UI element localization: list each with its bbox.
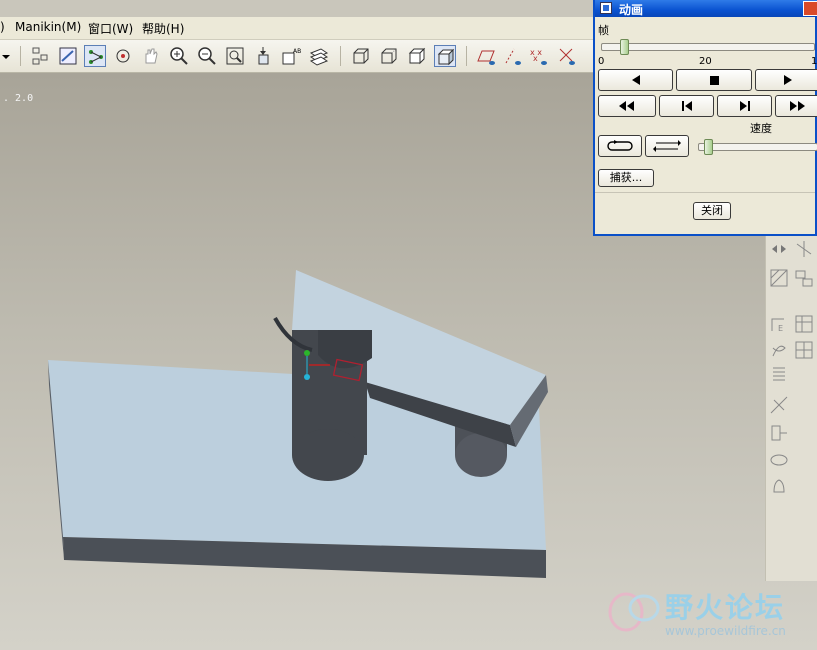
- speed-slider-track[interactable]: [698, 143, 817, 151]
- window-icon: [600, 2, 612, 14]
- reverse-button[interactable]: [645, 135, 689, 157]
- dimension-icon[interactable]: [793, 267, 815, 289]
- dialog-separator: [595, 192, 815, 193]
- zoom-in-icon[interactable]: [168, 45, 190, 67]
- play-backward-button[interactable]: [598, 69, 673, 91]
- stop-button[interactable]: [676, 69, 752, 91]
- menu-manikin[interactable]: Manikin(M): [15, 20, 81, 34]
- rewind-icon: [619, 101, 634, 111]
- bell-icon[interactable]: [768, 476, 790, 498]
- pattern-icon[interactable]: [768, 267, 790, 289]
- layer-tree-icon[interactable]: [30, 45, 52, 67]
- version-label: . 2.0: [3, 93, 34, 104]
- frame-tick-label: 1: [811, 56, 817, 67]
- mirror-icon[interactable]: [768, 238, 790, 260]
- shading-icon[interactable]: [434, 45, 456, 67]
- frame-slider-thumb[interactable]: [620, 39, 629, 55]
- datum-icon[interactable]: [793, 238, 815, 260]
- stop-icon: [710, 76, 719, 85]
- step-forward-button[interactable]: [717, 95, 772, 117]
- toolbar-separator: [20, 46, 21, 66]
- step-forward-icon: [739, 101, 750, 111]
- play-forward-icon: [784, 75, 792, 85]
- watermark-url: www.proewildfire.cn: [665, 624, 786, 638]
- frame-label: 帧: [598, 24, 609, 37]
- no-hidden-icon[interactable]: [406, 45, 428, 67]
- capture-button[interactable]: 捕获...: [598, 169, 654, 187]
- round-icon[interactable]: E: [768, 313, 790, 335]
- datum-point-icon[interactable]: [84, 45, 106, 67]
- datum-plane-icon[interactable]: [476, 45, 498, 67]
- spring-icon[interactable]: [768, 339, 790, 361]
- csys-display-icon[interactable]: [556, 45, 578, 67]
- layer-icon[interactable]: [768, 449, 790, 471]
- frame-tick-label: 0: [598, 56, 605, 67]
- menu-overflow[interactable]: ): [0, 20, 5, 34]
- svg-text:AB: AB: [293, 48, 301, 55]
- spin-center-icon[interactable]: [112, 45, 134, 67]
- step-back-icon: [681, 101, 692, 111]
- fast-forward-icon: [790, 101, 805, 111]
- loop-button[interactable]: [598, 135, 642, 157]
- toolbar-separator: [466, 46, 467, 66]
- frame-slider-track[interactable]: [601, 43, 815, 51]
- menu-window[interactable]: 窗口(W): [88, 20, 133, 37]
- fast-forward-button[interactable]: [775, 95, 817, 117]
- cylinder-left-bottom: [292, 429, 364, 481]
- insert-icon[interactable]: [768, 422, 790, 444]
- rewind-button[interactable]: [598, 95, 656, 117]
- animation-dialog: 动画 帧 0 20 1 速度 捕获... 关闭: [593, 0, 817, 236]
- speed-slider-thumb[interactable]: [704, 139, 713, 155]
- close-button[interactable]: 关闭: [693, 202, 731, 220]
- window-close-button[interactable]: [803, 1, 817, 16]
- hidden-line-icon[interactable]: [378, 45, 400, 67]
- play-forward-button[interactable]: [755, 69, 817, 91]
- reverse-icon: [653, 140, 681, 152]
- loop-icon: [607, 140, 633, 151]
- refit-icon[interactable]: [224, 45, 246, 67]
- svg-text:E: E: [778, 324, 783, 333]
- orient-icon[interactable]: [252, 45, 274, 67]
- watermark-brand: 野火论坛: [665, 591, 786, 624]
- frame-tick-label: 20: [699, 56, 712, 67]
- dropdown-arrow-icon[interactable]: [0, 45, 18, 67]
- point-display-icon[interactable]: x xx: [528, 45, 550, 67]
- toolbar-separator: [340, 46, 341, 66]
- datum-axis-icon[interactable]: [502, 45, 524, 67]
- layers-icon[interactable]: [308, 45, 330, 67]
- table-icon[interactable]: [793, 313, 815, 335]
- dialog-title-bar[interactable]: 动画: [595, 0, 817, 17]
- trim-icon[interactable]: [768, 394, 790, 416]
- pan-hand-icon[interactable]: [140, 45, 162, 67]
- coil-icon[interactable]: [768, 363, 790, 385]
- sketch-view-icon[interactable]: [57, 45, 79, 67]
- watermark-logo-icon: [608, 592, 660, 632]
- named-view-icon[interactable]: AB: [280, 45, 302, 67]
- wireframe-icon[interactable]: [350, 45, 372, 67]
- speed-label: 速度: [750, 122, 772, 135]
- play-backward-icon: [631, 75, 640, 85]
- right-toolbar: E: [765, 236, 817, 581]
- step-back-button[interactable]: [659, 95, 714, 117]
- svg-text:x: x: [533, 54, 538, 63]
- table-icon[interactable]: [793, 339, 815, 361]
- menu-help[interactable]: 帮助(H): [142, 20, 184, 37]
- dialog-title: 动画: [619, 3, 644, 17]
- zoom-out-icon[interactable]: [196, 45, 218, 67]
